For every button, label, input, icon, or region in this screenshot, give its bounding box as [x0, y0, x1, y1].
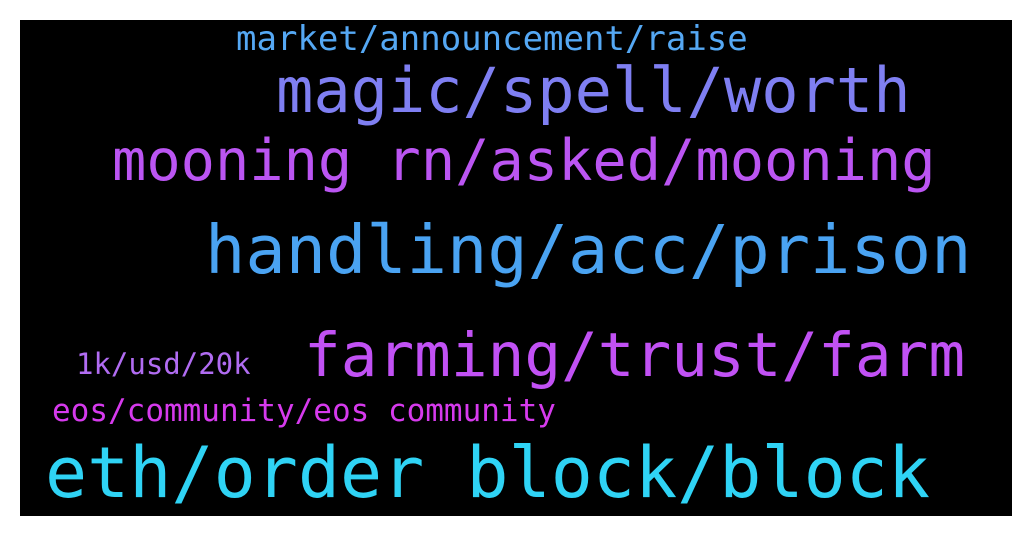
word-farming-trust-farm: farming/trust/farm	[304, 320, 966, 391]
word-handling-acc-prison: handling/acc/prison	[205, 211, 972, 289]
word-mooning-asked-mooning: mooning rn/asked/mooning	[112, 128, 936, 194]
word-1k-usd-20k: 1k/usd/20k	[76, 347, 251, 381]
word-market-announcement-raise: market/announcement/raise	[236, 20, 748, 59]
word-eos-community: eos/community/eos community	[52, 393, 556, 429]
word-magic-spell-worth: magic/spell/worth	[276, 54, 911, 127]
word-eth-order-block: eth/order block/block	[45, 432, 931, 514]
word-cloud: market/announcement/raise magic/spell/wo…	[20, 20, 1012, 516]
